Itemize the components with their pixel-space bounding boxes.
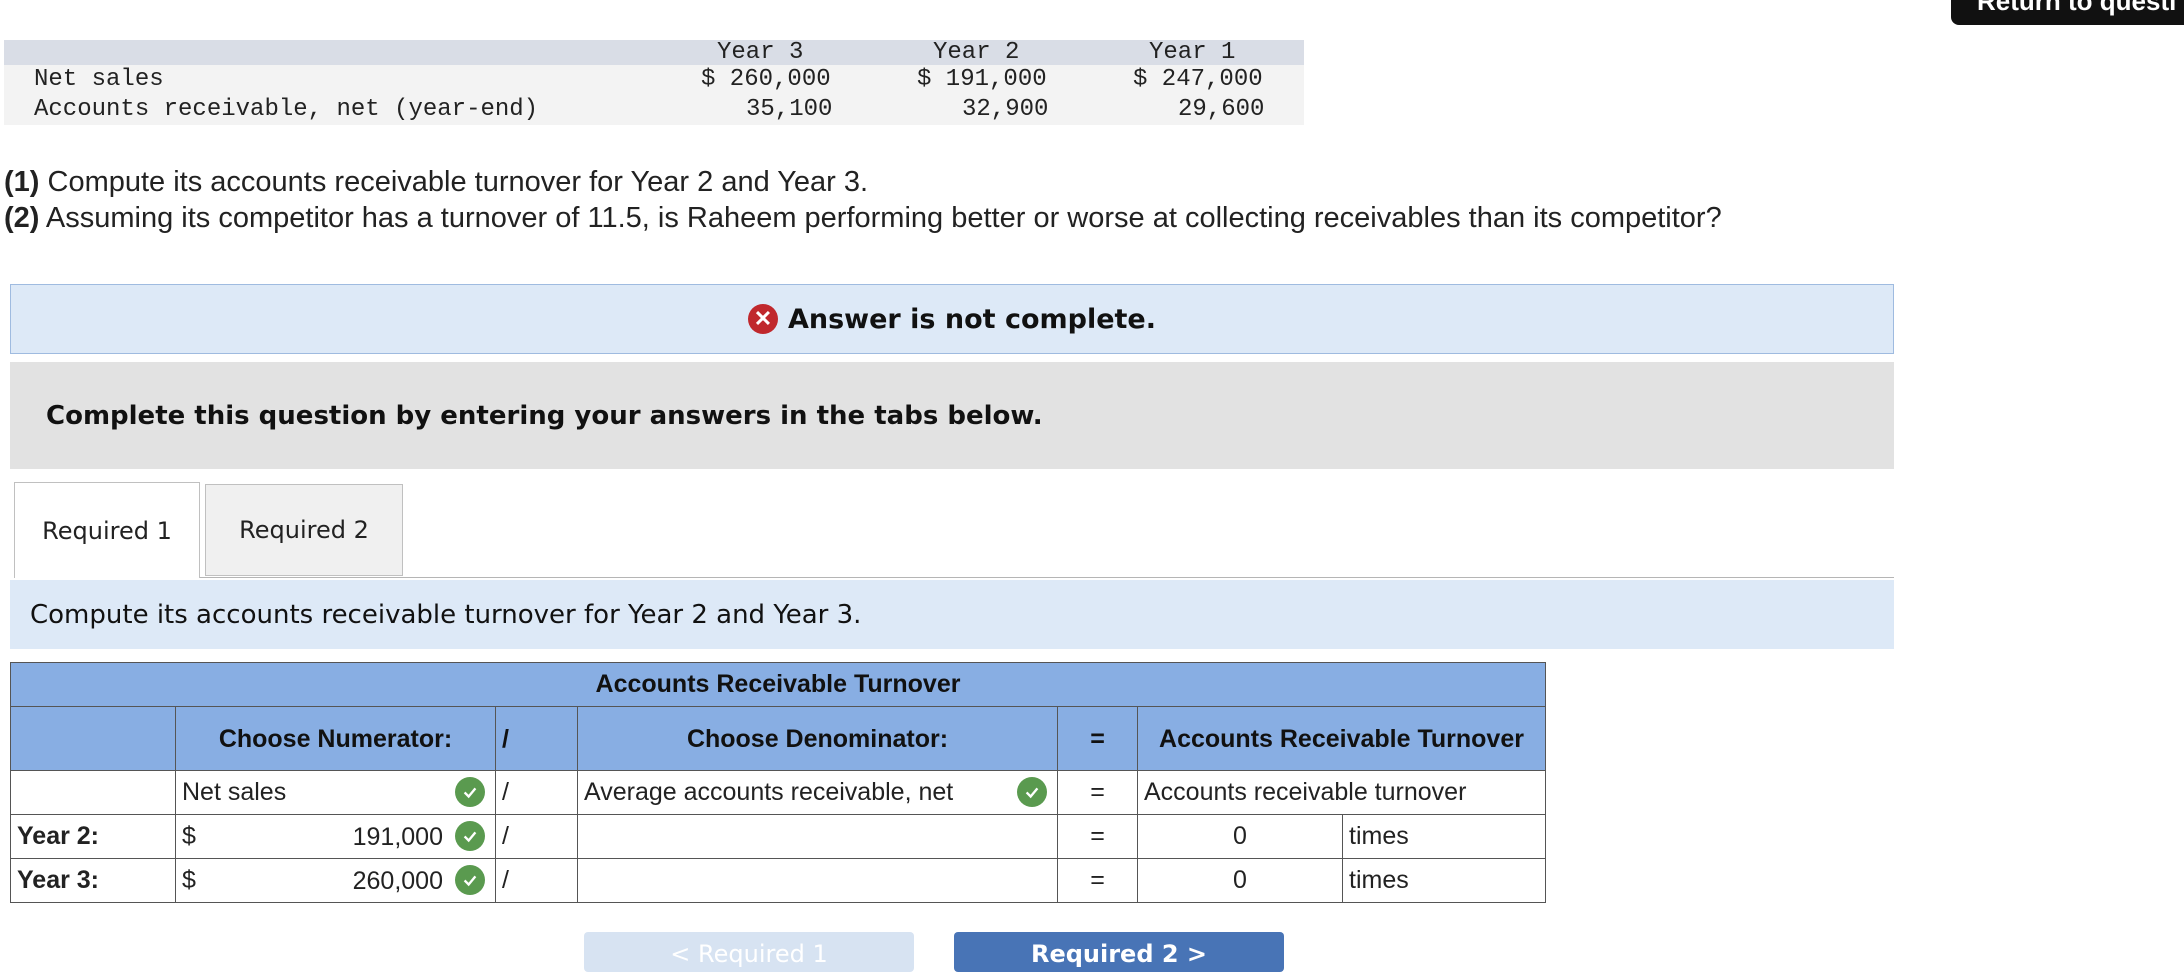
numerator-input-year3[interactable]: $ 260,000	[175, 858, 496, 903]
denominator-header: Choose Denominator:	[577, 706, 1058, 771]
tab-divider	[14, 577, 1894, 578]
formula-blank	[10, 770, 176, 815]
return-button-label: Return to questi	[1977, 0, 2177, 16]
numerator-amount: 191,000	[352, 823, 443, 851]
ar-turnover-table: Accounts Receivable Turnover Choose Nume…	[10, 662, 1546, 903]
header-blank	[10, 706, 176, 771]
currency-symbol: $	[182, 822, 196, 850]
checkmark-icon	[455, 777, 485, 807]
cell-value: $ 191,000	[917, 66, 1047, 93]
cell-value: 29,600	[1178, 96, 1265, 123]
cell-value: 32,900	[962, 96, 1049, 123]
denominator-input-year2[interactable]	[577, 814, 1058, 859]
next-required-button[interactable]: Required 2 >	[954, 932, 1284, 972]
numerator-input-year2[interactable]: $ 191,000	[175, 814, 496, 859]
divide-sign: /	[495, 858, 578, 903]
data-table-header: Year 3 Year 2 Year 1	[4, 40, 1304, 65]
denominator-input-year3[interactable]	[577, 858, 1058, 903]
instruction-box: Complete this question by entering your …	[10, 362, 1894, 469]
row-label: Net sales	[34, 66, 164, 93]
unit-year3: times	[1342, 858, 1546, 903]
row-label-year3: Year 3:	[10, 858, 176, 903]
denominator-value: Average accounts receivable, net	[584, 778, 954, 806]
cell-value: $ 260,000	[701, 66, 831, 93]
header-year2: Year 2	[933, 39, 1020, 66]
equals-sign: =	[1057, 770, 1138, 815]
numerator-header: Choose Numerator:	[175, 706, 496, 771]
table-row-year3: Year 3: $ 260,000 / = 0 times	[10, 858, 1546, 903]
equals-sign: =	[1057, 858, 1138, 903]
financial-data-table: Year 3 Year 2 Year 1 Net sales $ 260,000…	[4, 40, 1304, 125]
question-2-number: (2)	[4, 202, 40, 234]
result-value-year2: 0	[1137, 814, 1343, 859]
data-row-accounts-receivable: Accounts receivable, net (year-end) 35,1…	[4, 95, 1304, 125]
return-to-question-button[interactable]: Return to questi	[1951, 0, 2184, 25]
unit-year2: times	[1342, 814, 1546, 859]
tab-required-2[interactable]: Required 2	[205, 484, 403, 576]
tab-required-1[interactable]: Required 1	[14, 482, 200, 578]
equals-header: =	[1057, 706, 1138, 771]
divide-sign: /	[495, 770, 578, 815]
currency-symbol: $	[182, 866, 196, 894]
result-label: Accounts receivable turnover	[1137, 770, 1546, 815]
question-text: (1) Compute its accounts receivable turn…	[4, 164, 1722, 236]
header-year3: Year 3	[717, 39, 804, 66]
answer-status-banner: ✕ Answer is not complete.	[10, 284, 1894, 354]
checkmark-icon	[455, 865, 485, 895]
numerator-select[interactable]: Net sales	[175, 770, 496, 815]
numerator-amount: 260,000	[352, 867, 443, 895]
checkmark-icon	[1017, 777, 1047, 807]
numerator-value: Net sales	[182, 778, 287, 806]
header-year1: Year 1	[1149, 39, 1236, 66]
x-icon: ✕	[747, 304, 778, 334]
equals-sign: =	[1057, 814, 1138, 859]
result-value-year3: 0	[1137, 858, 1343, 903]
row-label: Accounts receivable, net (year-end)	[34, 96, 539, 123]
divide-sign: /	[495, 814, 578, 859]
data-row-net-sales: Net sales $ 260,000 $ 191,000 $ 247,000	[4, 65, 1304, 95]
checkmark-icon	[455, 821, 485, 851]
question-1-number: (1)	[4, 166, 40, 198]
divide-header: /	[495, 706, 578, 771]
table-title: Accounts Receivable Turnover	[10, 662, 1546, 707]
prev-required-button[interactable]: < Required 1	[584, 932, 914, 972]
tab-description: Compute its accounts receivable turnover…	[10, 580, 1894, 649]
row-label-year2: Year 2:	[10, 814, 176, 859]
answer-status-text: Answer is not complete.	[787, 303, 1157, 335]
instruction-text: Complete this question by entering your …	[46, 400, 1043, 431]
formula-row: Net sales / Average accounts receivable,…	[10, 770, 1546, 815]
question-1-text: Compute its accounts receivable turnover…	[39, 166, 869, 198]
cell-value: $ 247,000	[1133, 66, 1263, 93]
cell-value: 35,100	[746, 96, 833, 123]
table-row-year2: Year 2: $ 191,000 / = 0 times	[10, 814, 1546, 859]
result-header: Accounts Receivable Turnover	[1137, 706, 1546, 771]
question-part-1: (1) Compute its accounts receivable turn…	[4, 164, 1722, 200]
question-2-text: Assuming its competitor has a turnover o…	[39, 202, 1722, 234]
denominator-select[interactable]: Average accounts receivable, net	[577, 770, 1058, 815]
question-part-2: (2) Assuming its competitor has a turnov…	[4, 200, 1722, 236]
